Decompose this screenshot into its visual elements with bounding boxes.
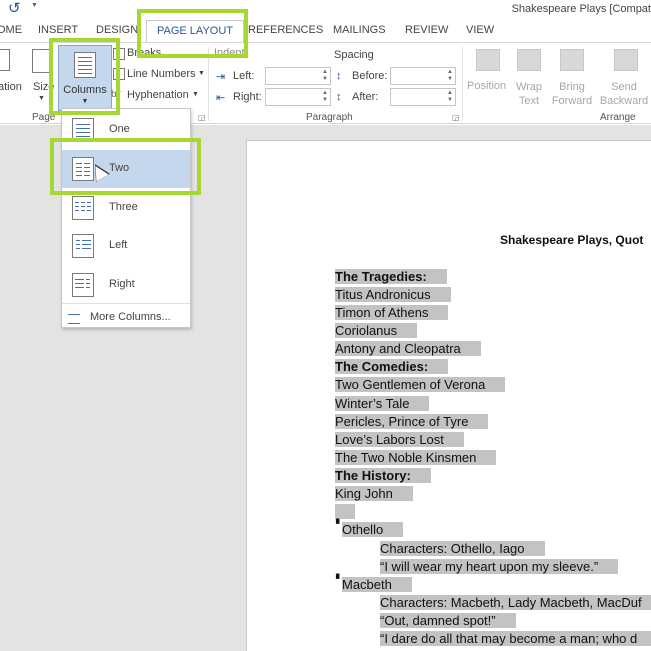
spacing-before-label: Before: (352, 70, 388, 82)
document-line: Love’s Labors Lost (335, 431, 464, 449)
indent-left-icon: ⇥ (216, 71, 226, 83)
document-line: The History: (335, 467, 431, 485)
document-line: Macbeth (342, 576, 412, 594)
hyphenation-button[interactable]: Hyphenation (127, 89, 189, 101)
document-line: “I dare do all that may become a man; wh… (380, 630, 651, 648)
highlight-two-columns-option (50, 138, 201, 195)
spacing-before-icon: ↕ (336, 70, 342, 82)
spin-arrows-icon[interactable]: ▲ ▼ (322, 69, 328, 83)
document-line: The Two Noble Kinsmen (335, 449, 497, 467)
group-divider (208, 47, 209, 121)
right-column-icon (72, 273, 94, 297)
indent-right-input[interactable]: ▲ ▼ (265, 88, 331, 106)
spacing-after-icon: ↕ (336, 91, 342, 103)
spacing-label: Spacing (334, 49, 374, 61)
spin-arrows-icon[interactable]: ▲ ▼ (447, 69, 453, 83)
undo-icon[interactable]: ↺ (8, 0, 24, 18)
more-columns-icon (68, 314, 80, 324)
tab-design[interactable]: DESIGN (96, 24, 138, 36)
arrange-group-label: Arrange (600, 112, 636, 123)
line-numbers-button[interactable]: Line Numbers (127, 68, 195, 80)
bring-forward-icon[interactable] (560, 49, 584, 71)
columns-option-label: Right (109, 278, 135, 290)
spin-arrows-icon[interactable]: ▲ ▼ (447, 90, 453, 104)
document-line: Coriolanus (335, 322, 418, 340)
group-divider (462, 47, 463, 121)
more-columns-button[interactable]: More Columns... (90, 311, 171, 323)
document-line: Winter’s Tale (335, 395, 430, 413)
tab-references[interactable]: REFERENCES (248, 24, 323, 36)
quick-access-dropdown-icon[interactable]: ▼ (31, 2, 38, 9)
left-column-icon (72, 234, 94, 258)
tab-insert[interactable]: INSERT (38, 24, 78, 36)
tab-home[interactable]: OME (0, 24, 22, 36)
page-setup-launcher-icon[interactable]: ◲ (198, 113, 206, 122)
tab-mailings[interactable]: MAILINGS (333, 24, 386, 36)
indent-right-label: Right: (233, 91, 262, 103)
hyphenation-caret-icon[interactable]: ▼ (192, 91, 199, 98)
document-line: Othello (342, 521, 404, 539)
paragraph-group-label: Paragraph (306, 112, 353, 123)
position-button[interactable]: Position (467, 80, 506, 92)
send-backward-button[interactable]: Send Backward (598, 80, 650, 108)
columns-option-right[interactable]: Right (62, 266, 190, 304)
document-line: Characters: Macbeth, Lady Macbeth, MacDu… (380, 594, 651, 612)
document-line: The Tragedies: (335, 268, 447, 286)
columns-option-label: Three (109, 201, 138, 213)
spacing-after-input[interactable]: ▲ ▼ (390, 88, 456, 106)
document-line: The Comedies: (335, 358, 449, 376)
bring-forward-button[interactable]: Bring Forward (548, 80, 596, 108)
document-line: “Out, damned spot!” (380, 612, 516, 630)
three-columns-icon (72, 196, 94, 220)
document-line: Timon of Athens (335, 304, 449, 322)
orientation-button-label[interactable]: ation (0, 81, 22, 93)
spacing-before-input[interactable]: ▲ ▼ (390, 67, 456, 85)
document-heading: Shakespeare Plays, Quot (500, 233, 644, 247)
tab-view[interactable]: VIEW (466, 24, 494, 36)
size-icon[interactable] (32, 49, 50, 73)
indent-left-input[interactable]: ▲ ▼ (265, 67, 331, 85)
columns-option-label: One (109, 123, 130, 135)
indent-right-icon: ⇤ (216, 92, 226, 104)
size-caret-icon[interactable]: ▼ (38, 95, 45, 102)
document-line: Pericles, Prince of Tyre (335, 413, 489, 431)
document-title: Shakespeare Plays [Compat (511, 3, 651, 15)
document-line: “I will wear my heart upon my sleeve.” (380, 558, 619, 576)
wrap-text-icon[interactable] (517, 49, 541, 71)
tab-review[interactable]: REVIEW (405, 24, 448, 36)
title-bar: ↺ ▼ Shakespeare Plays [Compat (0, 0, 651, 20)
send-backward-icon[interactable] (614, 49, 638, 71)
orientation-icon[interactable] (0, 49, 10, 71)
spin-arrows-icon[interactable]: ▲ ▼ (322, 90, 328, 104)
columns-option-label: Left (109, 239, 128, 251)
document-line: Characters: Othello, Iago (380, 540, 545, 558)
document-line: King John (335, 485, 413, 503)
highlight-page-layout-tab (137, 9, 248, 58)
document-line: Titus Andronicus (335, 286, 451, 304)
highlight-columns-button (49, 38, 120, 115)
indent-left-label: Left: (233, 70, 255, 82)
wrap-text-button[interactable]: Wrap Text (514, 80, 544, 108)
columns-option-left[interactable]: Left (62, 227, 190, 265)
document-line: Two Gentlemen of Verona (335, 376, 506, 394)
document-line: Antony and Cleopatra (335, 340, 481, 358)
spacing-after-label: After: (352, 91, 379, 103)
paragraph-launcher-icon[interactable]: ◲ (452, 113, 460, 122)
menu-divider (62, 303, 190, 304)
position-icon[interactable] (476, 49, 500, 71)
line-numbers-caret-icon[interactable]: ▼ (198, 70, 205, 77)
